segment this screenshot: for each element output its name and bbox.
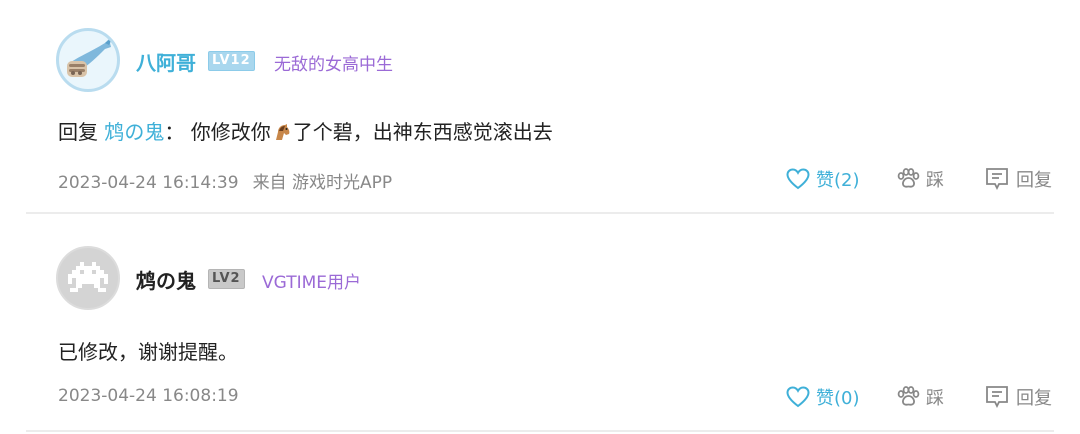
- like-button[interactable]: 赞(2): [786, 166, 860, 192]
- paw-icon: [897, 386, 920, 406]
- tread-label: 踩: [926, 170, 944, 191]
- timestamp: 2023-04-24 16:14:39: [58, 173, 239, 193]
- tread-label: 踩: [926, 388, 944, 409]
- comment-item: 八阿哥 LV12 无敌的女高中生 回复 鸩の鬼： 你修改你 了个碧，出神东西感觉滚…: [0, 0, 1080, 215]
- reply-label: 回复: [1016, 170, 1052, 191]
- avatar[interactable]: [56, 28, 120, 92]
- timestamp: 2023-04-24 16:08:19: [58, 386, 239, 406]
- reply-label: 回复: [1016, 388, 1052, 409]
- reply-button[interactable]: 回复: [984, 166, 1052, 192]
- divider: [26, 212, 1054, 214]
- comment-text-part2: 了个碧，出神东西感觉滚出去: [292, 120, 553, 144]
- tread-button[interactable]: 踩: [896, 166, 944, 192]
- reply-colon: ：: [164, 120, 185, 144]
- space-invader-avatar-icon: [68, 262, 108, 292]
- comment-meta: 2023-04-24 16:08:19: [58, 386, 239, 406]
- reply-button[interactable]: 回复: [984, 384, 1052, 410]
- like-button[interactable]: 赞(0): [786, 384, 860, 410]
- source-text: 来自 游戏时光APP: [252, 173, 393, 193]
- comment-text-part1: 你修改你: [190, 120, 271, 144]
- horse-emoji-icon: [272, 122, 292, 147]
- chat-bubble-icon: [986, 386, 1008, 409]
- comment-text: 回复 鸩の鬼： 你修改你 了个碧，出神东西感觉滚出去: [58, 116, 553, 147]
- comment-item: 鸩の鬼 LV2 VGTIME用户 已修改，谢谢提醒。 2023-04-24 16…: [0, 215, 1080, 434]
- avatar[interactable]: [56, 246, 120, 310]
- reply-prefix: 回复: [58, 120, 98, 144]
- user-title: 无敌的女高中生: [274, 55, 393, 75]
- comment-meta: 2023-04-24 16:14:39 来自 游戏时光APP: [58, 168, 392, 193]
- paw-icon: [897, 168, 920, 188]
- level-badge: LV2: [208, 269, 245, 289]
- heart-icon: [786, 386, 810, 408]
- reply-mention-link[interactable]: 鸩の鬼: [104, 120, 164, 144]
- like-count: 赞(0): [816, 388, 860, 409]
- user-title: VGTIME用户: [262, 273, 362, 293]
- heart-icon: [786, 168, 810, 190]
- username[interactable]: 鸩の鬼: [136, 265, 196, 294]
- like-count: 赞(2): [816, 170, 860, 191]
- fish-hand-avatar-icon: [67, 37, 113, 77]
- username[interactable]: 八阿哥: [136, 47, 196, 76]
- chat-bubble-icon: [986, 168, 1008, 191]
- comment-text: 已修改，谢谢提醒。: [58, 340, 238, 364]
- tread-button[interactable]: 踩: [896, 384, 944, 410]
- divider: [26, 430, 1054, 432]
- level-badge: LV12: [208, 51, 255, 71]
